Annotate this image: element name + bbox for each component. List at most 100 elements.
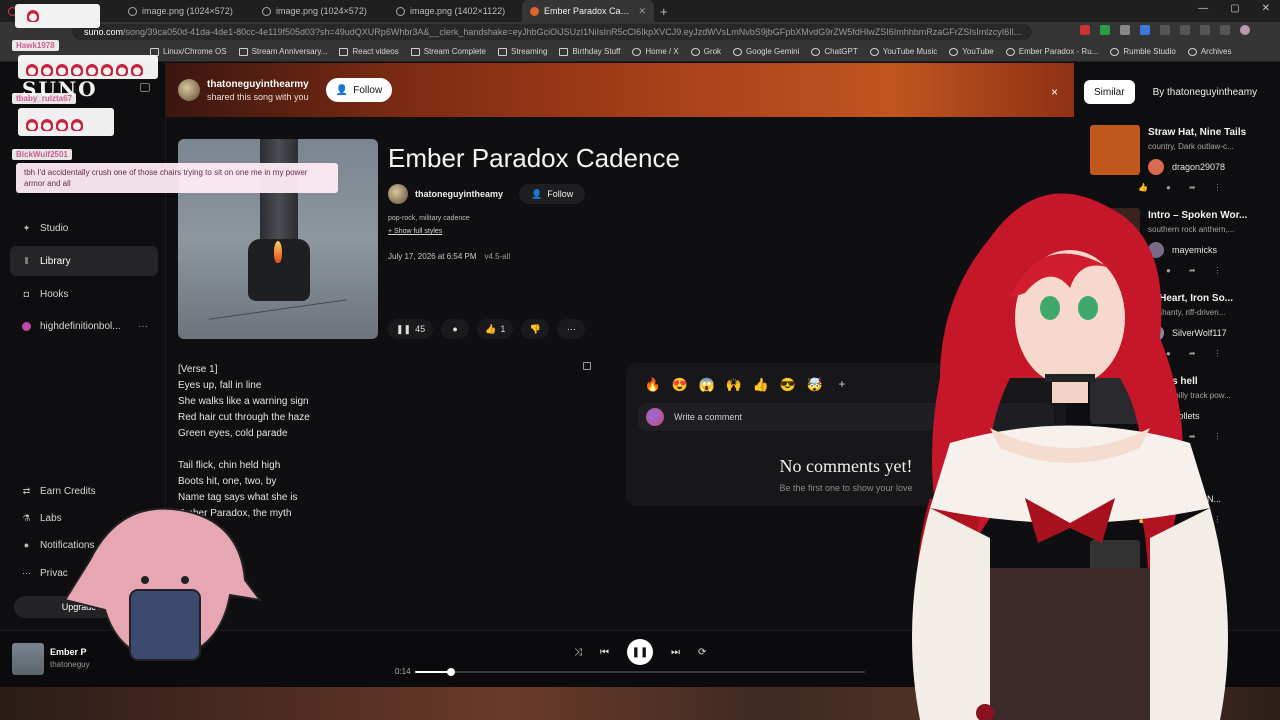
emoji-reaction-button[interactable]: 👍: [752, 377, 770, 393]
more-icon: ⋯: [22, 567, 31, 578]
avatar: [22, 321, 31, 331]
chat-emote-row: [18, 108, 114, 136]
sidebar-item-label: Earn Credits: [40, 485, 96, 497]
dislike-button[interactable]: 👎: [521, 319, 550, 339]
tab-by-artist[interactable]: By thatoneguyintheamy: [1143, 80, 1268, 104]
bookmark-item[interactable]: Rumble Studio: [1110, 47, 1176, 56]
progress-handle[interactable]: [447, 668, 455, 676]
more-options-button[interactable]: ···: [557, 319, 586, 339]
browser-tab-active[interactable]: Ember Paradox Cadence ✕: [522, 0, 654, 22]
bookmark-label: Home / X: [645, 47, 679, 56]
emoji-reaction-button[interactable]: 🤯: [806, 377, 824, 393]
more-icon[interactable]: ···: [138, 321, 148, 332]
sidebar-item-label: Studio: [40, 222, 69, 234]
new-tab-icon[interactable]: +: [660, 4, 668, 19]
emote-icon: [71, 63, 83, 76]
sidebar-item-library[interactable]: ⦀ Library: [10, 246, 158, 276]
emoji-reaction-button[interactable]: 🔥: [644, 377, 662, 393]
like-count: 1: [500, 324, 506, 334]
window-controls: — ▢ ✕: [1198, 3, 1270, 14]
bookmark-icon: [1187, 47, 1197, 56]
lyric-line: Tail flick, chin held high: [178, 460, 281, 471]
screen: image.png (1024×572) image.png (1024×572…: [0, 0, 1280, 720]
recommendation-title[interactable]: Straw Hat, Nine Tails: [1148, 127, 1258, 138]
bookmark-item[interactable]: YouTube: [949, 47, 994, 56]
bookmark-item[interactable]: Ember Paradox - Ru...: [1005, 47, 1098, 56]
extension-icon[interactable]: [1180, 25, 1190, 35]
player-controls: ⤨ ⏮ ❚❚ ⏭ ⟳: [574, 639, 706, 665]
copy-lyrics-icon[interactable]: [583, 362, 591, 370]
bookmark-icon: [690, 47, 700, 56]
bookmark-label: Google Gemini: [746, 47, 800, 56]
extension-icon[interactable]: [1080, 25, 1090, 35]
shuffle-icon[interactable]: ⤨: [574, 647, 582, 658]
bookmark-label: Streaming: [510, 47, 548, 56]
song-date-row: July 17, 2026 at 6:54 PM v4.5-all: [388, 252, 510, 261]
lyric-line: [Verse 1]: [178, 364, 218, 375]
show-full-styles-link[interactable]: + Show full styles: [388, 228, 442, 235]
emoji-reaction-button[interactable]: 😎: [779, 377, 797, 393]
browser-tab[interactable]: image.png (1402×1122): [388, 0, 522, 22]
follow-label: Follow: [547, 189, 574, 199]
bookmark-item[interactable]: Stream Complete: [410, 47, 486, 56]
next-icon[interactable]: ⏭: [671, 647, 680, 658]
bell-icon: ●: [23, 539, 30, 550]
extension-icon[interactable]: [1220, 25, 1230, 35]
bookmark-item[interactable]: Home / X: [632, 47, 679, 56]
extension-icon[interactable]: [1140, 25, 1150, 35]
bookmark-item[interactable]: ChatGPT: [811, 47, 858, 56]
bookmark-item[interactable]: Streaming: [497, 47, 548, 56]
extension-icon[interactable]: [1100, 25, 1110, 35]
play-count-button[interactable]: ❚❚ 45: [388, 319, 434, 339]
emoji-reaction-button[interactable]: 😍: [671, 377, 689, 393]
profile-avatar[interactable]: [1240, 25, 1250, 35]
bookmark-icon: [559, 47, 569, 56]
bookmark-item[interactable]: YouTube Music: [869, 47, 937, 56]
sidebar-item-hooks[interactable]: ◘ Hooks: [10, 279, 158, 309]
chat-emote-row: [18, 55, 158, 79]
extension-icon[interactable]: [1120, 25, 1130, 35]
artist-name[interactable]: thatoneguyintheamy: [415, 189, 503, 199]
emoji-reaction-button[interactable]: 😱: [698, 377, 716, 393]
chat-message: tbh I'd accidentally crush one of those …: [16, 163, 338, 193]
repeat-icon[interactable]: ⟳: [698, 647, 706, 658]
recommendation-thumbnail[interactable]: [1090, 125, 1140, 175]
bookmark-item[interactable]: Birthday Stuff: [559, 47, 620, 56]
player-thumbnail[interactable]: [12, 643, 44, 675]
close-window-icon[interactable]: ✕: [1262, 3, 1270, 14]
previous-icon[interactable]: ⏮: [600, 647, 609, 658]
progress-slider[interactable]: [415, 668, 865, 676]
recommendations-tabs: Similar By thatoneguyintheamy: [1084, 80, 1267, 104]
recommendation-style: country, Dark outlaw-c...: [1148, 142, 1234, 151]
pause-button[interactable]: ❚❚: [627, 639, 653, 665]
bookmark-item[interactable]: Archives: [1187, 47, 1232, 56]
extension-icon[interactable]: [1160, 25, 1170, 35]
emote-icon: [116, 63, 128, 76]
song-styles: pop-rock, military cadence: [388, 215, 470, 222]
comment-button[interactable]: ●: [441, 319, 470, 339]
bookmark-label: Archives: [1200, 47, 1232, 56]
bookmark-item[interactable]: Grok: [690, 47, 721, 56]
cover-art-crack: [208, 299, 348, 320]
emoji-reaction-button[interactable]: 🙌: [725, 377, 743, 393]
bookmark-label: React videos: [352, 47, 399, 56]
sidebar-item-studio[interactable]: ✦ Studio: [10, 213, 158, 243]
lyric-line: Red hair cut through the haze: [178, 412, 310, 423]
tab-similar[interactable]: Similar: [1084, 80, 1135, 104]
maximize-icon[interactable]: ▢: [1230, 3, 1239, 14]
labs-icon: ⚗: [22, 512, 31, 523]
bookmark-item[interactable]: Google Gemini: [733, 47, 799, 56]
artist-avatar[interactable]: [388, 184, 408, 204]
bookmark-icon: [733, 47, 743, 56]
sidebar-item-profile[interactable]: highdefinitionbol... ···: [10, 311, 158, 341]
like-button[interactable]: 👍 1: [477, 319, 514, 339]
recommendation-user[interactable]: dragon29078: [1148, 159, 1225, 175]
follow-artist-button[interactable]: 👤 Follow: [519, 184, 586, 204]
extension-icon[interactable]: [1200, 25, 1210, 35]
sidebar-item-label: Hooks: [40, 288, 69, 300]
close-banner-icon[interactable]: ×: [1051, 85, 1058, 99]
close-tab-icon[interactable]: ✕: [638, 6, 646, 17]
minimize-icon[interactable]: —: [1198, 3, 1208, 14]
bookmark-label: Stream Complete: [423, 47, 486, 56]
chat-username: tbaby_rulzta67: [12, 93, 77, 104]
